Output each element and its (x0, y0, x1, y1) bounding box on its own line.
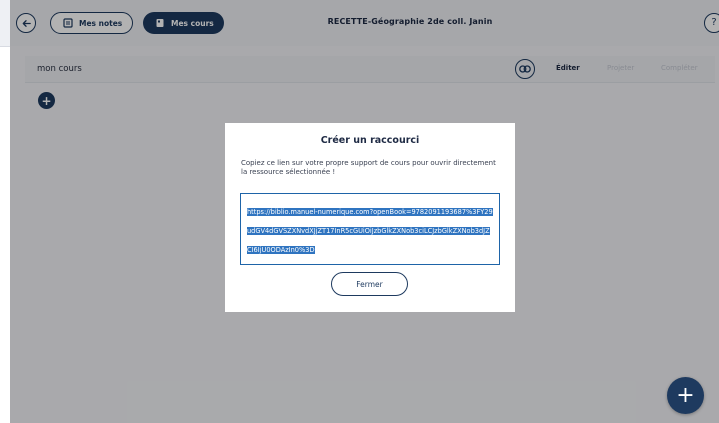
plus-icon: + (676, 382, 695, 408)
shortcut-link-text[interactable]: https://biblio.manuel-numerique.com?open… (247, 208, 493, 254)
create-shortcut-dialog: Créer un raccourci Copiez ce lien sur vo… (225, 123, 515, 312)
shortcut-link-field[interactable]: https://biblio.manuel-numerique.com?open… (240, 193, 500, 265)
dialog-title: Créer un raccourci (320, 135, 420, 146)
add-floating-button[interactable]: + (667, 377, 704, 414)
dialog-description: Copiez ce lien sur votre propre support … (241, 159, 496, 176)
close-button[interactable]: Fermer (331, 272, 408, 296)
